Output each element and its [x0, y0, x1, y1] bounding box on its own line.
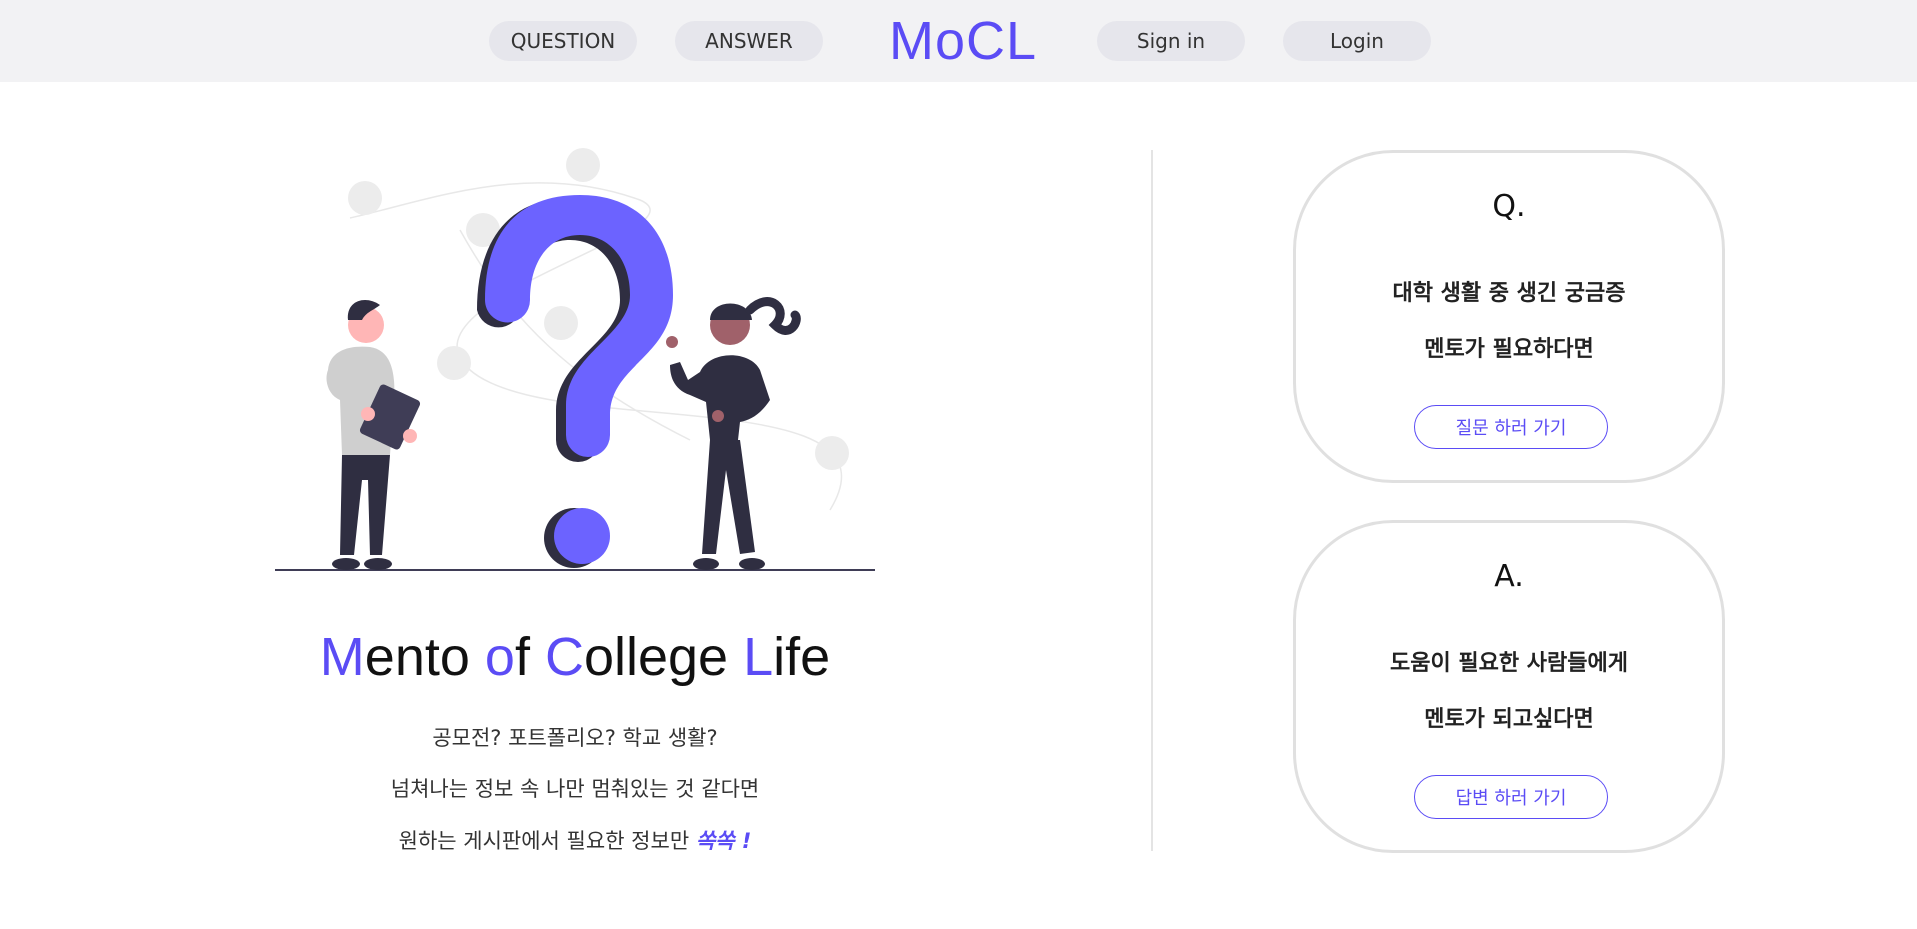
nav-answer-button[interactable]: ANSWER	[675, 21, 823, 61]
vertical-divider	[1151, 150, 1153, 851]
logo[interactable]: MoCL	[888, 8, 1038, 74]
decor-dot	[544, 306, 578, 340]
go-answer-button[interactable]: 답변 하러 가기	[1414, 775, 1608, 819]
answer-card-title: A.	[1494, 559, 1524, 594]
answer-card-line: 도움이 필요한 사람들에게	[1390, 651, 1628, 676]
decor-dot	[815, 436, 849, 470]
hero-headline: Mento of College Life	[319, 627, 831, 687]
question-card-title: Q.	[1492, 189, 1526, 224]
nav-question-button[interactable]: QUESTION	[489, 21, 637, 61]
hero-description-line: 원하는 게시판에서 필요한 정보만 쏙쏙 !	[398, 829, 752, 853]
login-button[interactable]: Login	[1283, 21, 1431, 61]
answer-card: A. 도움이 필요한 사람들에게 멘토가 되고싶다면 답변 하러 가기	[1293, 520, 1725, 853]
decor-dot	[348, 181, 382, 215]
answer-card-line: 멘토가 되고싶다면	[1424, 707, 1594, 732]
top-nav: QUESTION ANSWER MoCL Sign in Login	[0, 0, 1917, 82]
question-card: Q. 대학 생활 중 생긴 궁금증 멘토가 필요하다면 질문 하러 가기	[1293, 150, 1725, 483]
hero-emphasis: 쏙쏙 !	[695, 829, 752, 853]
decor-dot	[566, 148, 600, 182]
person-left	[326, 300, 421, 570]
question-mark-illustration	[275, 148, 875, 571]
question-card-line: 대학 생활 중 생긴 궁금증	[1392, 281, 1626, 306]
person-right	[666, 297, 801, 570]
question-card-line: 멘토가 필요하다면	[1424, 337, 1594, 362]
go-ask-question-button[interactable]: 질문 하러 가기	[1414, 405, 1608, 449]
hero-description-line: 공모전? 포트폴리오? 학교 생활?	[432, 726, 718, 750]
hero-description-line: 넘쳐나는 정보 속 나만 멈춰있는 것 같다면	[390, 777, 760, 801]
decor-dot	[437, 346, 471, 380]
sign-in-button[interactable]: Sign in	[1097, 21, 1245, 61]
